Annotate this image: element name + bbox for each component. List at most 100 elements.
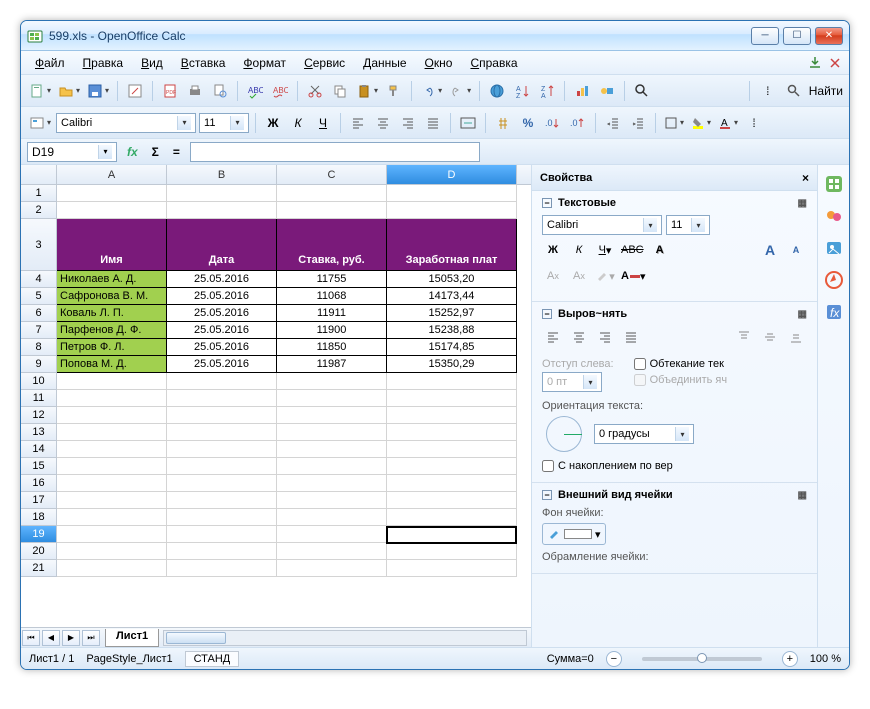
borders-button[interactable]: ▾	[662, 112, 686, 134]
paste-button[interactable]: ▾	[354, 80, 380, 102]
cell[interactable]: Ставка, руб.	[277, 219, 387, 271]
cell[interactable]: 14173,44	[387, 288, 517, 305]
menu-format[interactable]: Формат	[235, 53, 294, 73]
font-name-combo[interactable]: Calibri▾	[56, 113, 196, 133]
gallery-tab-icon[interactable]	[823, 237, 845, 259]
row-header[interactable]: 3	[21, 219, 57, 271]
cell[interactable]: 11850	[277, 339, 387, 356]
row-header[interactable]: 6	[21, 305, 57, 322]
sb-align-center[interactable]	[568, 326, 590, 348]
menu-edit[interactable]: Правка	[75, 53, 132, 73]
select-all-corner[interactable]	[21, 165, 57, 184]
redo-button[interactable]: ▾	[447, 80, 473, 102]
cell[interactable]	[57, 441, 167, 458]
cell[interactable]	[277, 509, 387, 526]
sheet-tab[interactable]: Лист1	[105, 629, 159, 647]
status-sum[interactable]: Сумма=0	[547, 653, 594, 665]
decimal-remove-button[interactable]: .0	[567, 112, 589, 134]
cell[interactable]: 11987	[277, 356, 387, 373]
row-header[interactable]: 11	[21, 390, 57, 407]
percent-button[interactable]: %	[517, 112, 539, 134]
edit-mode-button[interactable]	[124, 80, 146, 102]
function-wizard-button[interactable]: fx	[123, 145, 142, 159]
find-dropdown-icon[interactable]: ⁞	[757, 80, 779, 102]
cell[interactable]	[57, 390, 167, 407]
menu-help[interactable]: Справка	[462, 53, 525, 73]
sidebar-super-button[interactable]: Ax	[542, 265, 564, 287]
cell[interactable]: 15053,20	[387, 271, 517, 288]
cell[interactable]	[387, 526, 517, 543]
sidebar-sub-button[interactable]: Ax	[568, 265, 590, 287]
align-left-button[interactable]	[347, 112, 369, 134]
row-header[interactable]: 21	[21, 560, 57, 577]
fontcolor-button[interactable]: A▾	[716, 112, 740, 134]
cell[interactable]	[277, 543, 387, 560]
cell[interactable]	[57, 509, 167, 526]
cell[interactable]	[57, 543, 167, 560]
cell[interactable]	[57, 373, 167, 390]
sb-align-right[interactable]	[594, 326, 616, 348]
cell[interactable]	[277, 390, 387, 407]
cell[interactable]	[57, 407, 167, 424]
indent-increase-button[interactable]	[627, 112, 649, 134]
cell[interactable]	[167, 185, 277, 202]
cell[interactable]: 25.05.2016	[167, 322, 277, 339]
text-more-icon[interactable]: ▦	[798, 198, 807, 209]
row-header[interactable]: 12	[21, 407, 57, 424]
horizontal-scrollbar[interactable]	[163, 630, 527, 646]
cell[interactable]	[387, 441, 517, 458]
row-header[interactable]: 18	[21, 509, 57, 526]
cell[interactable]: Дата	[167, 219, 277, 271]
sb-valign-mid[interactable]	[759, 326, 781, 348]
tab-prev-button[interactable]: ◀	[42, 630, 60, 646]
cell[interactable]	[277, 560, 387, 577]
italic-button[interactable]: К	[287, 112, 309, 134]
spreadsheet-grid[interactable]: A B C D 123ИмяДатаСтавка, руб.Заработная…	[21, 165, 531, 647]
cell[interactable]	[277, 373, 387, 390]
close-doc-icon[interactable]	[827, 55, 843, 71]
indent-combo[interactable]: 0 пт▾	[542, 372, 602, 392]
cell[interactable]: Парфенов Д. Ф.	[57, 322, 167, 339]
col-header-b[interactable]: B	[167, 165, 277, 184]
align-center-button[interactable]	[372, 112, 394, 134]
zoom-out-button[interactable]: −	[606, 651, 622, 667]
col-header-a[interactable]: A	[57, 165, 167, 184]
cell[interactable]	[387, 509, 517, 526]
row-header[interactable]: 15	[21, 458, 57, 475]
cell[interactable]: 15252,97	[387, 305, 517, 322]
sidebar-grow-button[interactable]: A	[759, 239, 781, 261]
row-header[interactable]: 16	[21, 475, 57, 492]
cell[interactable]: 11900	[277, 322, 387, 339]
cell[interactable]	[387, 424, 517, 441]
cell[interactable]: 25.05.2016	[167, 305, 277, 322]
cell[interactable]: 15238,88	[387, 322, 517, 339]
zoom-in-button[interactable]: +	[782, 651, 798, 667]
row-header[interactable]: 7	[21, 322, 57, 339]
cell[interactable]: 25.05.2016	[167, 271, 277, 288]
sidebar-shadow-button[interactable]: A	[649, 239, 671, 261]
sidebar-close-button[interactable]: ×	[802, 171, 809, 185]
cell[interactable]	[277, 424, 387, 441]
cut-button[interactable]	[304, 80, 326, 102]
cell[interactable]: Сафронова В. М.	[57, 288, 167, 305]
cell[interactable]	[57, 475, 167, 492]
cell[interactable]: 11911	[277, 305, 387, 322]
cell[interactable]	[57, 458, 167, 475]
bgcolor-button[interactable]: ▾	[689, 112, 713, 134]
chart-button[interactable]	[571, 80, 593, 102]
angle-dial[interactable]	[546, 416, 582, 452]
cell[interactable]: Николаев А. Д.	[57, 271, 167, 288]
find-button[interactable]	[631, 80, 653, 102]
sidebar-italic-button[interactable]: К	[568, 239, 590, 261]
row-header[interactable]: 13	[21, 424, 57, 441]
cell[interactable]	[57, 492, 167, 509]
new-doc-button[interactable]: ▾	[27, 80, 53, 102]
appearance-more-icon[interactable]: ▦	[798, 490, 807, 501]
underline-button[interactable]: Ч	[312, 112, 334, 134]
functions-tab-icon[interactable]: fx	[823, 301, 845, 323]
cell[interactable]: Попова М. Д.	[57, 356, 167, 373]
export-pdf-button[interactable]: PDF	[159, 80, 181, 102]
row-header[interactable]: 9	[21, 356, 57, 373]
print-preview-button[interactable]	[209, 80, 231, 102]
cell[interactable]	[167, 202, 277, 219]
